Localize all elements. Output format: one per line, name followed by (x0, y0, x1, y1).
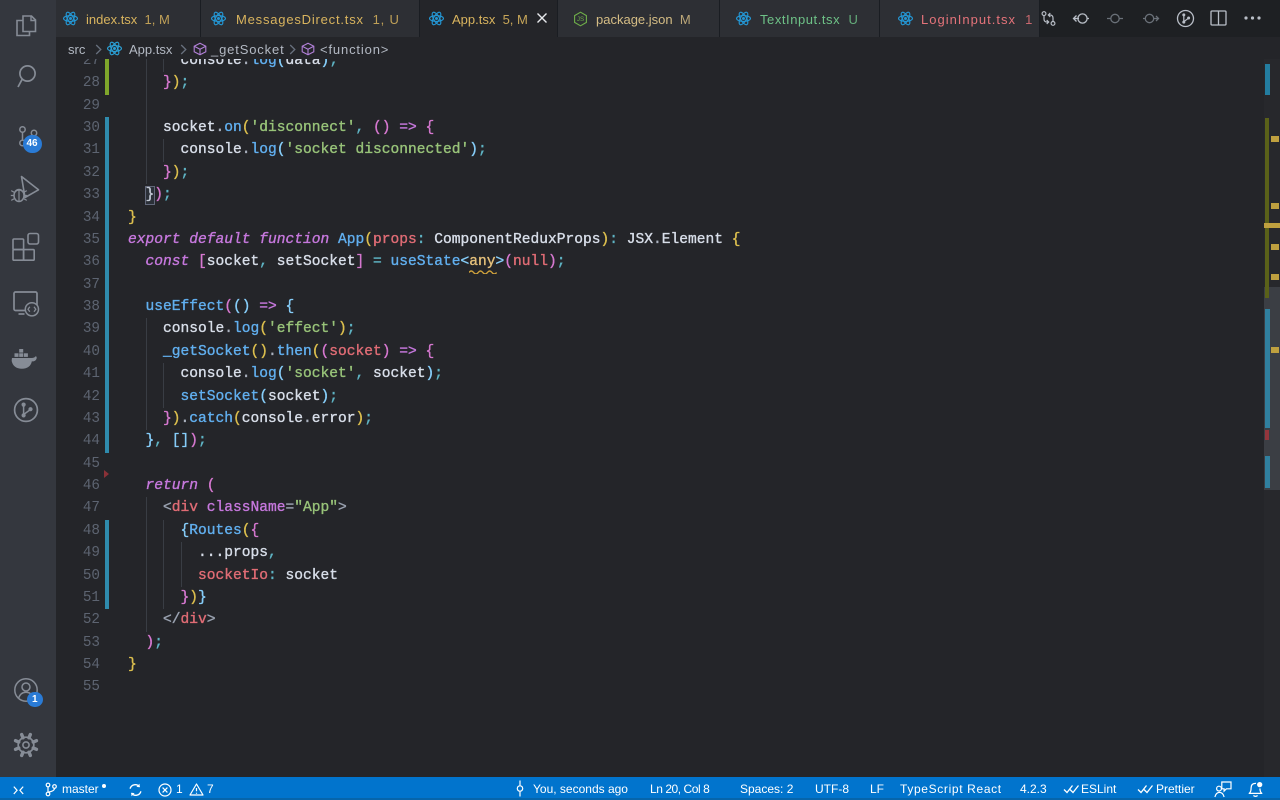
svg-text:JS: JS (577, 16, 584, 23)
